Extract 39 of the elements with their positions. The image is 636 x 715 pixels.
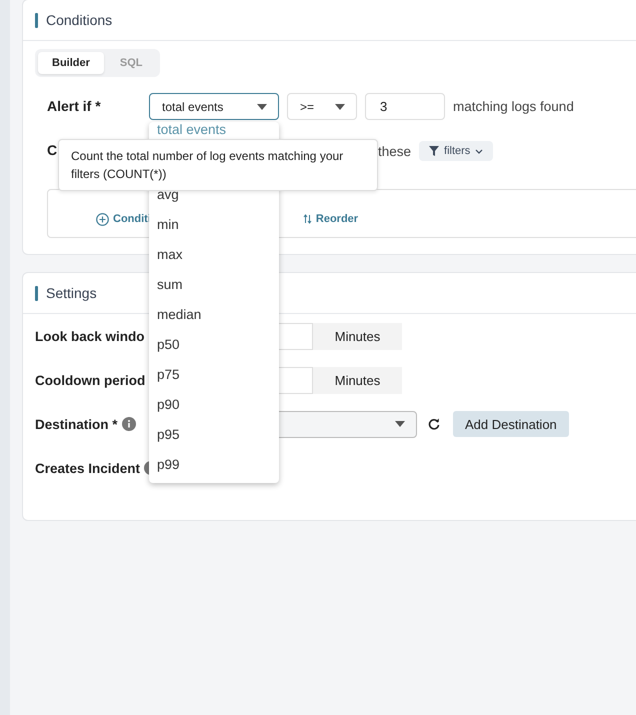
field-label: C xyxy=(47,142,58,158)
tab[interactable]: Builder xyxy=(38,52,104,74)
section-title: Conditions xyxy=(46,12,112,28)
filters-button[interactable]: filters xyxy=(419,141,494,161)
suffix-text: matching logs found xyxy=(453,99,574,114)
field-label: Destination * xyxy=(35,416,118,432)
field-label: Alert if * xyxy=(47,98,101,114)
menu-option[interactable]: p75 xyxy=(149,366,279,396)
caret-icon xyxy=(394,420,406,428)
caret-icon xyxy=(256,102,268,110)
menu-option[interactable]: min xyxy=(149,216,279,246)
sort-arrows-icon xyxy=(302,214,312,224)
menu-option[interactable]: median xyxy=(149,306,279,336)
refresh-icon xyxy=(428,418,440,430)
unit-addon: Minutes xyxy=(313,366,402,394)
menu-option[interactable]: max xyxy=(149,246,279,276)
plus-circle-icon xyxy=(96,212,109,226)
field-label: Creates Incident xyxy=(35,460,140,476)
operator-select[interactable]: >= xyxy=(287,93,357,120)
caret-icon xyxy=(334,102,346,110)
add-destination-button[interactable]: Add Destination xyxy=(453,411,569,437)
tooltip: Count the total number of log events matching your filters (COUNT(*)) xyxy=(58,139,378,191)
field-label: Cooldown period xyxy=(35,372,146,388)
threshold-field[interactable]: 3 xyxy=(365,93,445,120)
accent-bar xyxy=(35,286,38,300)
menu-option[interactable]: p50 xyxy=(149,336,279,366)
filter-icon xyxy=(429,146,440,156)
match-text: these xyxy=(378,144,412,158)
accent-bar xyxy=(35,12,38,28)
action-link[interactable]: Reorder xyxy=(302,213,358,225)
aggregation-select[interactable]: total events xyxy=(149,93,279,120)
field-label: Look back windo xyxy=(35,328,145,344)
menu-option[interactable]: p99 xyxy=(149,456,279,486)
menu-option[interactable]: p95 xyxy=(149,426,279,456)
unit-addon: Minutes xyxy=(313,322,402,350)
section-title: Settings xyxy=(46,285,97,301)
chevron-icon xyxy=(475,148,484,154)
menu-option[interactable]: sum xyxy=(149,276,279,306)
menu-option[interactable]: p90 xyxy=(149,396,279,426)
